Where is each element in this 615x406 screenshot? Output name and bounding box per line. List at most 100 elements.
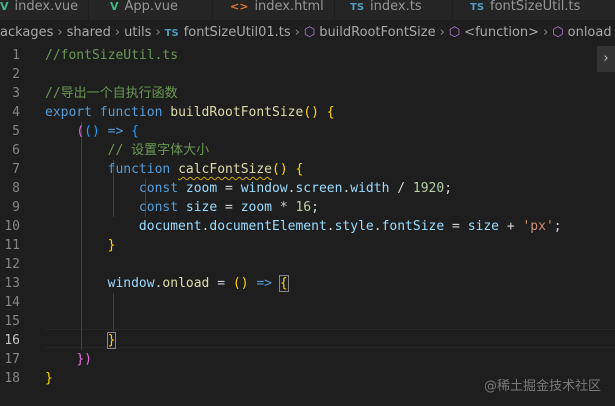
line-number: 11 xyxy=(4,238,20,253)
bracket: } xyxy=(107,238,116,253)
property: documentElement xyxy=(209,219,327,234)
variable: size xyxy=(185,200,218,215)
keyword: function xyxy=(107,162,171,177)
comment: //导出一个自执行函数 xyxy=(45,86,178,101)
breadcrumb-segment[interactable]: shared xyxy=(67,20,111,46)
operator: = xyxy=(225,181,233,196)
line-number: 8 xyxy=(12,181,20,196)
punctuation: ; xyxy=(444,181,453,196)
property: screen xyxy=(295,181,343,196)
chevron-right-icon: › xyxy=(114,25,121,40)
bracket: () xyxy=(303,105,319,120)
breadcrumb-segment[interactable]: ackages xyxy=(0,20,53,46)
line-number-gutter: 1 2 3 4 5 6 7 8 9 10 11 12 13 14 15 16 1… xyxy=(0,46,40,388)
line-number: 15 xyxy=(4,314,20,329)
chevron-right-icon: › xyxy=(439,25,445,40)
operator: + xyxy=(506,219,515,234)
line-number: 9 xyxy=(12,200,20,215)
variable: zoom xyxy=(185,181,218,196)
line-number: 10 xyxy=(4,219,20,234)
arrow-operator: => xyxy=(107,124,124,139)
tab-label: fontSizeUtil.ts xyxy=(490,0,581,14)
punctuation: ; xyxy=(311,200,319,215)
number: 1920 xyxy=(412,181,445,196)
code-line: function calcFontSize() { xyxy=(45,160,615,179)
line-number: 6 xyxy=(12,143,20,158)
property: width xyxy=(350,181,390,196)
line-number: 2 xyxy=(12,67,20,82)
operator: = xyxy=(452,219,460,234)
tab-app-vue[interactable]: V App.vue xyxy=(110,0,178,20)
property: onload xyxy=(162,276,210,291)
vue-file-icon: V xyxy=(110,0,119,13)
code-line: //导出一个自执行函数 xyxy=(45,84,615,103)
code-line: const size = zoom * 16; xyxy=(45,198,615,217)
chevron-right-icon: › xyxy=(294,25,300,40)
tab-index-vue[interactable]: Vindex.vue xyxy=(0,0,78,20)
tab-index-ts[interactable]: TS index.ts xyxy=(350,0,422,20)
function-name-warning: calcFontSize xyxy=(178,162,272,177)
line-number: 12 xyxy=(4,257,20,272)
bracket: () xyxy=(84,124,100,139)
editor-tab-bar: Vindex.vue V App.vue <> index.html TS index… xyxy=(0,0,615,20)
line-number: 7 xyxy=(12,162,20,177)
code-line: export function buildRootFontSize() { xyxy=(45,103,615,122)
variable: window xyxy=(107,276,155,291)
bracket: ( xyxy=(76,124,85,139)
number: 16 xyxy=(295,200,312,215)
typescript-file-icon: TS xyxy=(470,2,485,13)
bracket: } xyxy=(45,371,53,386)
line-number: 14 xyxy=(4,295,20,310)
code-line: (() => { xyxy=(45,122,615,141)
tab-label: index.html xyxy=(254,0,324,14)
line-number: 4 xyxy=(12,105,20,120)
code-editor[interactable]: 1 2 3 4 5 6 7 8 9 10 11 12 13 14 15 16 1… xyxy=(0,46,615,406)
bracket: }) xyxy=(76,352,92,367)
symbol-method-icon: ⬡ xyxy=(552,25,564,40)
bracket-match: { xyxy=(278,275,289,292)
breadcrumb-segment[interactable]: utils xyxy=(124,20,151,46)
bracket: { xyxy=(326,105,335,120)
keyword: function xyxy=(99,105,163,120)
code-line: } xyxy=(45,236,615,255)
operator: = xyxy=(217,276,226,291)
line-number-active: 16 xyxy=(4,333,20,348)
breadcrumb-symbol[interactable]: buildRootFontSize xyxy=(319,20,435,46)
typescript-file-icon: TS xyxy=(350,2,365,13)
symbol-method-icon: ⬡ xyxy=(303,25,316,40)
code-line: }) xyxy=(45,350,615,369)
code-line-current[interactable]: } xyxy=(45,331,615,350)
code-line: // 设置字体大小 xyxy=(45,141,615,160)
breadcrumb-symbol[interactable]: onload xyxy=(568,20,612,46)
vue-file-icon: V xyxy=(0,0,9,13)
string: 'px' xyxy=(522,219,554,234)
tab-fontsizeutil-ts[interactable]: TS fontSizeUtil.ts xyxy=(470,0,580,20)
bracket: { xyxy=(295,162,304,177)
symbol-method-icon: ⬡ xyxy=(448,25,461,40)
watermark: @稀土掘金技术社区 xyxy=(483,379,601,394)
line-number: 3 xyxy=(12,86,20,101)
chevron-right-icon: › xyxy=(57,25,63,40)
variable: window xyxy=(240,181,288,196)
chevron-right-icon[interactable]: › xyxy=(597,46,615,72)
keyword: const xyxy=(138,200,179,215)
tab-label: index.ts xyxy=(370,0,422,14)
bracket: () xyxy=(232,276,249,291)
breadcrumb-symbol[interactable]: <function> xyxy=(464,20,539,46)
variable: size xyxy=(467,219,499,234)
arrow-operator: => xyxy=(256,276,273,291)
property: style xyxy=(334,219,374,234)
line-number: 1 xyxy=(12,48,20,63)
comment: //fontSizeUtil.ts xyxy=(45,48,179,63)
line-number: 13 xyxy=(4,276,20,291)
line-number: 17 xyxy=(4,352,20,367)
typescript-file-icon: TS xyxy=(164,28,179,39)
tab-index-html[interactable]: <> index.html xyxy=(230,0,324,20)
breadcrumb-file[interactable]: fontSizeUtil01.ts xyxy=(184,20,291,46)
code-lines: //fontSizeUtil.ts //导出一个自执行函数 export fun… xyxy=(45,46,615,388)
operator: * xyxy=(279,200,288,215)
